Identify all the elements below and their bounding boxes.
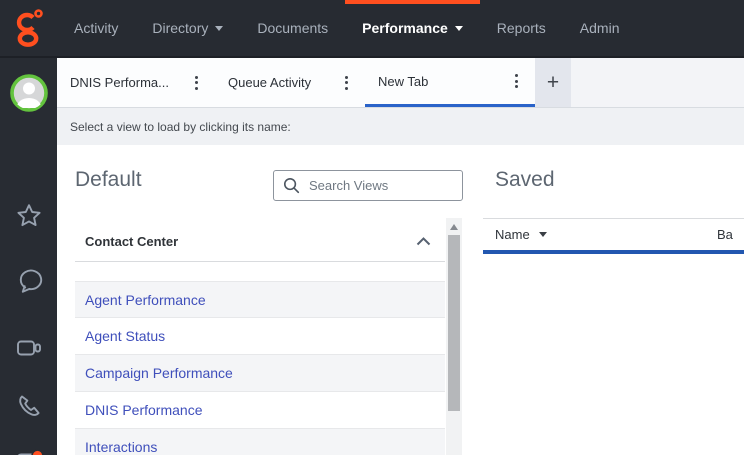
group-contact-center[interactable]: Contact Center	[75, 222, 445, 262]
column-label: Ba	[717, 227, 733, 242]
view-link: Interactions	[85, 439, 158, 455]
view-link: DNIS Performance	[85, 402, 203, 418]
default-panel-title: Default	[75, 168, 142, 191]
workspace-tab-bar: DNIS Performa... Queue Activity New Tab …	[57, 58, 744, 108]
view-link: Campaign Performance	[85, 365, 233, 381]
chevron-down-icon	[454, 25, 463, 31]
genesys-logo-icon	[16, 9, 43, 47]
genesys-logo[interactable]	[0, 0, 57, 56]
nav-item-reports[interactable]: Reports	[480, 0, 563, 56]
main-area: DNIS Performa... Queue Activity New Tab …	[57, 58, 744, 455]
add-tab-button[interactable]: +	[535, 58, 571, 107]
top-nav: Activity Directory Documents Performance…	[0, 0, 744, 58]
group-label: Contact Center	[85, 234, 179, 249]
search-icon	[283, 177, 300, 194]
left-icon-rail	[0, 58, 57, 455]
view-link: Agent Performance	[85, 291, 206, 308]
view-link: Agent Status	[85, 328, 166, 344]
saved-panel-title: Saved	[495, 168, 555, 191]
tab-label: Queue Activity	[228, 75, 312, 90]
column-label: Name	[495, 227, 530, 242]
nav-item-documents[interactable]: Documents	[240, 0, 345, 56]
nav-item-directory[interactable]: Directory	[135, 0, 240, 56]
app-window: Activity Directory Documents Performance…	[0, 0, 744, 455]
chat-bubble-icon[interactable]	[0, 266, 57, 294]
search-views-input[interactable]	[307, 177, 453, 194]
chevron-up-icon	[416, 237, 445, 246]
notification-dot	[30, 449, 44, 455]
tab-label: DNIS Performa...	[70, 75, 169, 90]
view-row-dnis-performance[interactable]: DNIS Performance	[75, 392, 445, 429]
plus-icon: +	[546, 70, 560, 94]
view-row-campaign-performance[interactable]: Campaign Performance	[75, 355, 445, 392]
search-views-box[interactable]	[273, 170, 463, 201]
scroll-up-arrow-icon[interactable]	[450, 224, 458, 230]
inbox-voicemail-icon[interactable]	[0, 448, 57, 455]
view-row-agent-performance[interactable]: Agent Performance	[75, 281, 445, 318]
chevron-down-icon	[215, 25, 224, 31]
tab-new-tab-active[interactable]: New Tab	[365, 58, 535, 107]
sort-caret-icon	[538, 232, 547, 237]
tab-menu-icon[interactable]	[341, 72, 352, 94]
column-header-name[interactable]: Name	[495, 219, 547, 250]
tab-menu-icon[interactable]	[191, 72, 202, 94]
top-nav-items: Activity Directory Documents Performance…	[57, 0, 636, 56]
nav-label: Directory	[152, 20, 209, 36]
view-row-agent-status[interactable]: Agent Status	[75, 318, 445, 355]
favorites-star-icon[interactable]	[0, 202, 57, 230]
nav-item-admin[interactable]: Admin	[563, 0, 637, 56]
active-nav-indicator	[345, 0, 480, 4]
phone-icon[interactable]	[0, 392, 57, 420]
tab-queue-activity[interactable]: Queue Activity	[215, 58, 365, 107]
column-header-based-on[interactable]: Ba	[717, 219, 733, 250]
nav-item-activity[interactable]: Activity	[57, 0, 135, 56]
nav-label: Activity	[74, 20, 119, 36]
nav-label: Reports	[496, 20, 546, 36]
tab-label: New Tab	[378, 73, 429, 89]
nav-label: Performance	[362, 20, 448, 36]
tab-menu-icon[interactable]	[511, 70, 522, 92]
views-scrollbar[interactable]	[446, 218, 462, 455]
nav-item-performance[interactable]: Performance	[345, 0, 480, 56]
nav-label: Documents	[257, 20, 329, 36]
avatar-icon	[9, 74, 48, 112]
view-picker-content: Default Contact Center	[57, 145, 744, 455]
view-rows: Agent Performance Agent Status Campaign …	[75, 281, 445, 455]
scrollbar-thumb[interactable]	[448, 235, 460, 411]
saved-views-table-header: Name Ba	[483, 218, 744, 254]
user-avatar[interactable]	[0, 72, 57, 114]
default-views-list: Contact Center Agent Performance Agent S…	[75, 222, 445, 455]
nav-label: Admin	[579, 20, 620, 36]
info-bar-text: Select a view to load by clicking its na…	[70, 119, 291, 134]
info-bar: Select a view to load by clicking its na…	[57, 108, 744, 145]
view-row-interactions[interactable]: Interactions	[75, 429, 445, 455]
tab-dnis-performance[interactable]: DNIS Performa...	[57, 58, 215, 107]
video-camera-icon[interactable]	[0, 334, 57, 362]
